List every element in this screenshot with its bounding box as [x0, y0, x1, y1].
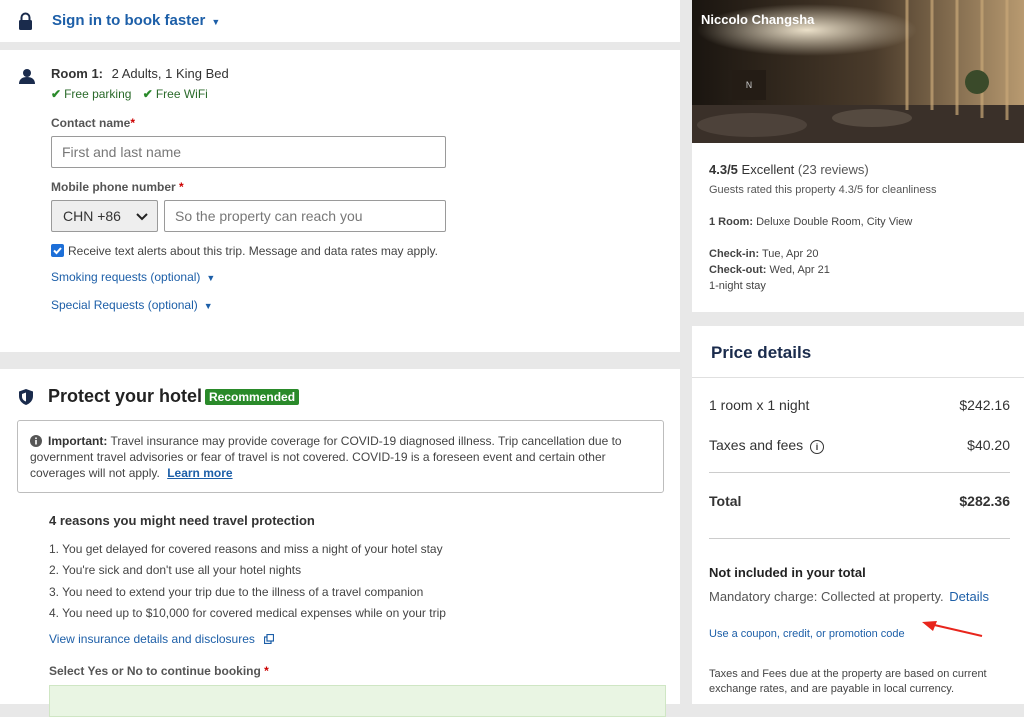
phone-label-text: Mobile phone number: [51, 180, 176, 194]
chevron-down-icon: [136, 213, 148, 221]
phone-label: Mobile phone number *: [51, 180, 184, 194]
price-row-amount: $40.20: [967, 437, 1010, 453]
protect-card: Protect your hotel Recommended Important…: [0, 369, 680, 717]
check-icon: ✔︎: [142, 87, 153, 101]
required-mark: *: [130, 116, 136, 130]
info-icon[interactable]: i: [810, 440, 825, 454]
coupon-link[interactable]: Use a coupon, credit, or promotion code: [709, 628, 905, 640]
chevron-down-icon: ▼︎: [211, 17, 221, 27]
hotel-photo: N Niccolo Changsha: [692, 0, 1024, 143]
reason-item: 3. You need to extend your trip due to t…: [49, 585, 424, 599]
select-label-text: Select Yes or No to continue booking: [49, 664, 261, 678]
reason-item: 1. You get delayed for covered reasons a…: [49, 542, 443, 556]
rating-score: 4.3/5: [709, 162, 738, 177]
room-type-line: 1 Room: Deluxe Double Room, City View: [709, 216, 912, 228]
hotel-card: N Niccolo Changsha 4.3/5 Excellent (23 r…: [692, 0, 1024, 312]
svg-text:N: N: [746, 81, 753, 91]
room-type-label: 1 Room:: [709, 216, 753, 228]
checkin-label: Check-in:: [709, 248, 760, 260]
checkout-value: Wed, Apr 21: [769, 264, 830, 276]
checkin-line: Check-in: Tue, Apr 20: [709, 248, 818, 260]
price-card: Price details 1 room x 1 night $242.16 T…: [692, 326, 1024, 704]
room-summary: Room 1: 2 Adults, 1 King Bed: [51, 66, 229, 81]
protect-title: Protect your hotel: [48, 386, 203, 406]
signin-link[interactable]: Sign in to book faster ▼︎: [52, 12, 220, 29]
important-text: Travel insurance may provide coverage fo…: [30, 434, 622, 480]
important-label: Important:: [48, 434, 108, 448]
signin-label: Sign in to book faster: [52, 12, 206, 29]
required-mark: *: [179, 180, 184, 194]
price-row-label: 1 room x 1 night: [709, 397, 810, 413]
country-code-select[interactable]: CHN +86: [51, 200, 158, 232]
divider: [709, 472, 1010, 473]
price-title: Price details: [711, 343, 812, 362]
reason-item: 2. You're sick and don't use all your ho…: [49, 563, 302, 577]
contact-name-label-text: Contact name: [51, 116, 131, 130]
amenity-parking: Free parking: [64, 87, 132, 101]
checkin-value: Tue, Apr 20: [761, 248, 819, 260]
country-code-value: CHN +86: [63, 208, 121, 224]
chevron-down-icon: ▼︎: [203, 301, 213, 311]
recommended-badge: Recommended: [205, 389, 300, 405]
total-label: Total: [709, 493, 742, 509]
reasons-title: 4 reasons you might need travel protecti…: [49, 513, 315, 528]
important-text-block: Important: Travel insurance may provide …: [30, 433, 650, 481]
external-link-icon: [264, 633, 275, 645]
insurance-details-label: View insurance details and disclosures: [49, 632, 255, 646]
lock-icon: [19, 12, 32, 30]
mandatory-text: Mandatory charge: Collected at property.: [709, 589, 944, 604]
protection-options-box[interactable]: [49, 685, 666, 717]
shield-icon: [19, 389, 33, 405]
annotation-arrow-icon: [922, 621, 983, 637]
cleanliness-text: Guests rated this property 4.3/5 for cle…: [709, 184, 937, 196]
checkout-line: Check-out: Wed, Apr 21: [709, 264, 830, 276]
sms-checkbox[interactable]: [51, 244, 64, 257]
divider: [692, 377, 1024, 378]
room-type-value: Deluxe Double Room, City View: [756, 216, 913, 228]
amenities: ✔︎ Free parking ✔︎ Free WiFi: [51, 87, 208, 101]
rating-word: Excellent: [741, 162, 795, 177]
mandatory-details-link[interactable]: Details: [949, 589, 989, 604]
price-row-label: Taxes and fees: [709, 437, 804, 453]
tax-footnote: Taxes and Fees due at the property are b…: [709, 668, 987, 695]
price-row-taxes: Taxes and fees i $40.20: [709, 437, 1010, 454]
price-row-room: 1 room x 1 night $242.16: [709, 397, 1010, 413]
person-icon: [19, 69, 35, 84]
hotel-name: Niccolo Changsha: [701, 12, 815, 27]
contact-name-input[interactable]: [51, 136, 446, 168]
rating-line: 4.3/5 Excellent (23 reviews): [709, 162, 869, 177]
important-notice: Important: Travel insurance may provide …: [17, 420, 664, 493]
check-icon: ✔︎: [51, 87, 62, 101]
required-mark: *: [264, 664, 269, 678]
mandatory-charge: Mandatory charge: Collected at property.…: [709, 589, 989, 604]
smoking-requests-label: Smoking requests (optional): [51, 270, 201, 284]
reason-item: 4. You need up to $10,000 for covered me…: [49, 606, 446, 620]
smoking-requests-link[interactable]: Smoking requests (optional) ▼︎: [51, 270, 215, 284]
room-label: Room 1:: [51, 66, 103, 81]
special-requests-link[interactable]: Special Requests (optional) ▼︎: [51, 298, 213, 312]
stay-length: 1-night stay: [709, 280, 766, 292]
phone-input[interactable]: [164, 200, 446, 232]
price-total: Total $282.36: [709, 493, 1010, 509]
divider: [709, 538, 1010, 539]
price-row-amount: $242.16: [959, 397, 1010, 413]
checkout-label: Check-out:: [709, 264, 767, 276]
chevron-down-icon: ▼︎: [206, 273, 216, 283]
checkmark-icon: [53, 247, 62, 255]
insurance-details-link[interactable]: View insurance details and disclosures: [49, 632, 275, 646]
total-amount: $282.36: [959, 493, 1010, 509]
not-included-title: Not included in your total: [709, 565, 866, 580]
review-count: (23 reviews): [797, 162, 869, 177]
learn-more-link[interactable]: Learn more: [167, 466, 232, 480]
signin-card: Sign in to book faster ▼︎: [0, 0, 680, 42]
special-requests-label: Special Requests (optional): [51, 298, 198, 312]
amenity-wifi: Free WiFi: [155, 87, 208, 101]
contact-name-label: Contact name*: [51, 116, 135, 130]
select-label: Select Yes or No to continue booking *: [49, 664, 269, 678]
sms-text: Receive text alerts about this trip. Mes…: [68, 244, 438, 258]
room-detail: 2 Adults, 1 King Bed: [111, 66, 229, 81]
room-card: Room 1: 2 Adults, 1 King Bed ✔︎ Free park…: [0, 50, 680, 352]
